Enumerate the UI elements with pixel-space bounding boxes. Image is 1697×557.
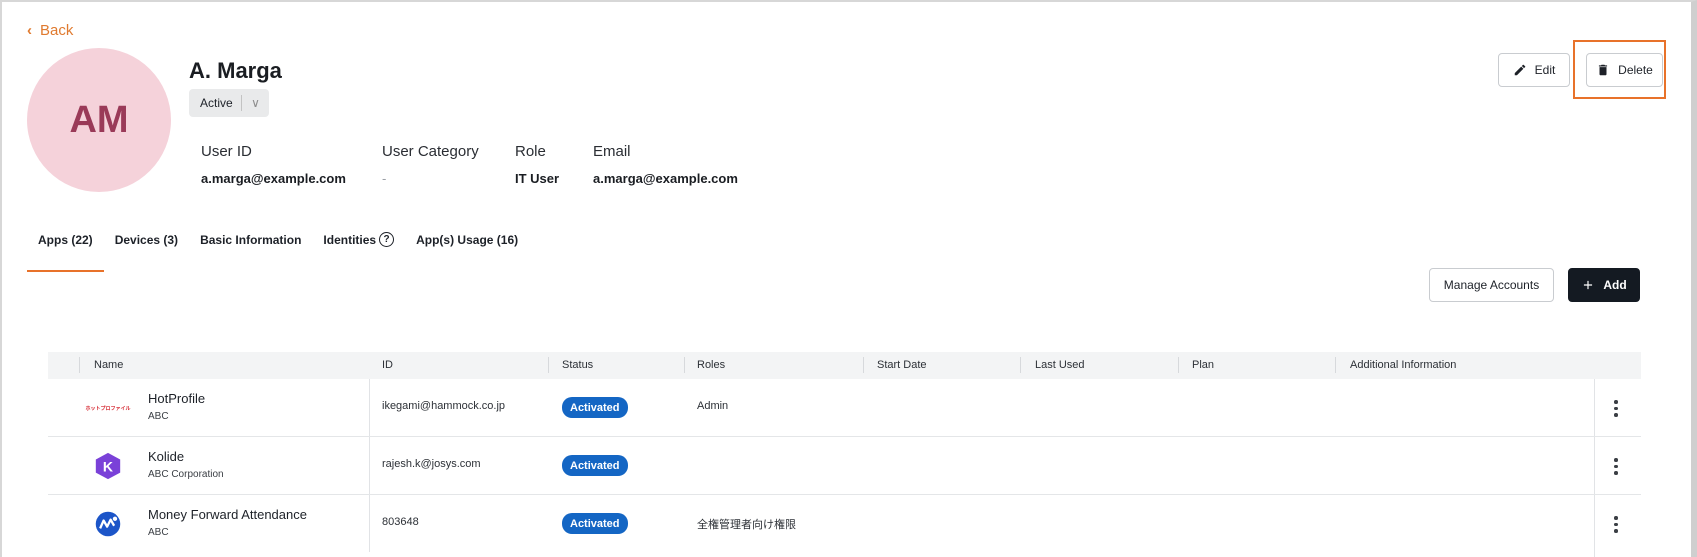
account-id: ikegami@hammock.co.jp: [382, 400, 506, 412]
user-category-value: -: [382, 171, 387, 186]
tab-apps[interactable]: Apps (22): [27, 229, 104, 272]
table-row[interactable]: K Kolide ABC Corporation rajesh.k@josys.…: [48, 437, 1641, 495]
edit-button[interactable]: Edit: [1498, 53, 1570, 87]
app-organization: ABC Corporation: [148, 469, 224, 480]
more-actions-icon[interactable]: [1614, 458, 1618, 475]
column-header-status[interactable]: Status: [562, 359, 593, 371]
tab-identities-label: Identities: [323, 233, 377, 247]
column-header-last-used[interactable]: Last Used: [1035, 359, 1085, 371]
account-id: 803648: [382, 516, 419, 528]
table-row[interactable]: ホットプロファイル HotProfile ABC ikegami@hammock…: [48, 379, 1641, 437]
column-header-roles[interactable]: Roles: [697, 359, 725, 371]
manage-accounts-label: Manage Accounts: [1443, 278, 1540, 292]
tab-apps-usage-label: App(s) Usage (16): [416, 233, 519, 247]
account-id: rajesh.k@josys.com: [382, 458, 481, 470]
column-header-start-date[interactable]: Start Date: [877, 359, 927, 371]
user-name: A. Marga: [189, 58, 282, 83]
table-row[interactable]: Money Forward Attendance ABC 803648 Acti…: [48, 495, 1641, 553]
back-label: Back: [40, 22, 74, 39]
hotprofile-logo-text: ホットプロファイル: [85, 405, 131, 412]
status-value: Active: [200, 96, 233, 110]
app-name[interactable]: HotProfile: [148, 391, 205, 406]
delete-highlight-box: [1573, 40, 1666, 99]
status-badge: Activated: [562, 513, 628, 534]
header-separator: [1335, 357, 1336, 373]
chevron-left-icon: ‹: [27, 22, 32, 39]
add-button[interactable]: Add: [1568, 268, 1640, 302]
role-label: Role: [515, 143, 546, 160]
header-separator: [548, 357, 549, 373]
avatar-initials: AM: [69, 98, 129, 141]
role-value: IT User: [515, 171, 560, 186]
email-value: a.marga@example.com: [593, 171, 738, 186]
manage-accounts-button[interactable]: Manage Accounts: [1429, 268, 1554, 302]
user-category-label: User Category: [382, 143, 479, 160]
app-organization: ABC: [148, 527, 169, 538]
add-label: Add: [1603, 278, 1627, 292]
status-badge: Activated: [562, 455, 628, 476]
tab-basic-information-label: Basic Information: [200, 233, 302, 247]
table-header: Name ID Status Roles Start Date Last Use…: [48, 352, 1641, 379]
user-id-label: User ID: [201, 143, 252, 160]
app-organization: ABC: [148, 411, 169, 422]
column-header-additional-information[interactable]: Additional Information: [1350, 359, 1456, 371]
edit-label: Edit: [1534, 63, 1556, 77]
header-separator: [1178, 357, 1179, 373]
apps-table: Name ID Status Roles Start Date Last Use…: [48, 352, 1641, 557]
header-separator: [863, 357, 864, 373]
app-name[interactable]: Kolide: [148, 449, 184, 464]
avatar: AM: [27, 48, 171, 192]
more-actions-icon[interactable]: [1614, 400, 1618, 417]
money-forward-logo-mark: [95, 511, 121, 537]
status-badge: Activated: [562, 397, 628, 418]
column-header-name[interactable]: Name: [94, 359, 123, 371]
money-forward-logo: [92, 508, 124, 540]
kolide-logo: K: [92, 450, 124, 482]
plus-icon: [1584, 280, 1593, 290]
tab-apps-usage[interactable]: App(s) Usage (16): [405, 229, 529, 263]
roles-value: 全権管理者向け権限: [697, 519, 796, 531]
hotprofile-logo: ホットプロファイル: [86, 392, 131, 424]
tab-devices-label: Devices (3): [114, 233, 179, 247]
column-header-id[interactable]: ID: [382, 359, 393, 371]
email-label: Email: [593, 143, 631, 160]
help-circle-icon[interactable]: ?: [379, 232, 395, 247]
header-separator: [684, 357, 685, 373]
tab-identities[interactable]: Identities?: [312, 229, 405, 263]
svg-text:K: K: [103, 459, 114, 475]
chevron-down-icon: ∨: [251, 96, 260, 110]
app-name[interactable]: Money Forward Attendance: [148, 507, 307, 522]
tab-devices[interactable]: Devices (3): [104, 229, 189, 263]
header-separator: [1020, 357, 1021, 373]
tab-bar: Apps (22) Devices (3) Basic Information …: [27, 229, 529, 272]
status-select[interactable]: Active ∨: [189, 89, 269, 117]
kolide-logo-mark: K: [95, 452, 121, 480]
roles-value: Admin: [697, 400, 729, 412]
tab-basic-information[interactable]: Basic Information: [189, 229, 312, 263]
user-id-value: a.marga@example.com: [201, 171, 346, 186]
more-actions-icon[interactable]: [1614, 516, 1618, 533]
back-link[interactable]: ‹ Back: [27, 22, 73, 39]
header-separator: [79, 357, 80, 373]
column-header-plan[interactable]: Plan: [1192, 359, 1214, 371]
pencil-icon: [1514, 64, 1525, 76]
tab-apps-label: Apps (22): [38, 233, 93, 247]
